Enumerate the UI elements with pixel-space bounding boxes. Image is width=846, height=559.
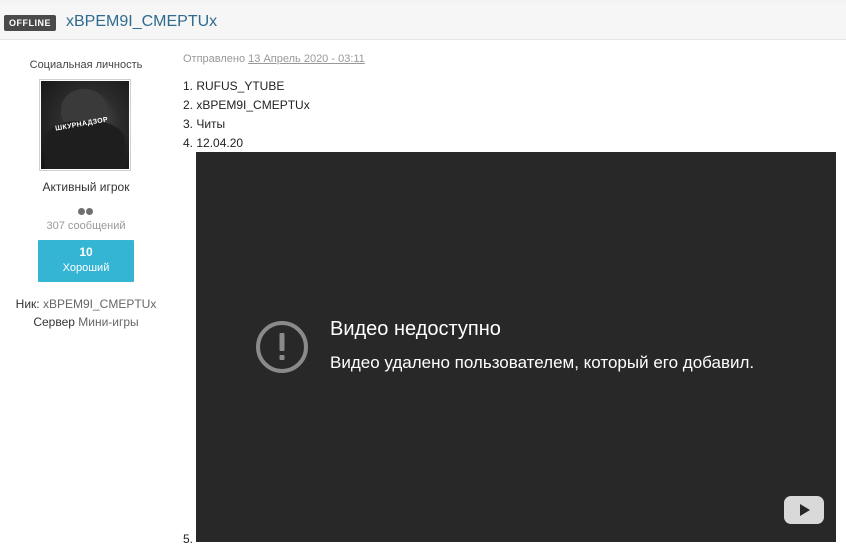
list-item: 3. Читы: [183, 117, 226, 131]
nick-label: Ник:: [15, 297, 40, 311]
list-item: 5.: [183, 532, 194, 546]
video-error-title: Видео недоступно: [330, 318, 501, 340]
list-item: 2. xВРЕМ9I_CMEPTUx: [183, 98, 310, 112]
author-link[interactable]: xВРЕМ9I_CMEPTUx: [66, 13, 217, 31]
posted-info: Отправлено 13 Апрель 2020 - 03:11: [183, 53, 365, 65]
status-badge: OFFLINE: [4, 15, 56, 31]
nick-value: xВРЕМ9I_CMEPTUx: [42, 297, 157, 311]
avatar-image: ШКУРНАДЗОР: [41, 81, 129, 169]
list-item: 1. RUFUS_YTUBE: [183, 79, 285, 93]
video-error-message: Видео удалено пользователем, который его…: [330, 353, 755, 372]
reputation-value: 10: [79, 245, 93, 259]
user-title: Социальная личность: [29, 59, 143, 71]
user-rank: Активный игрок: [42, 180, 130, 194]
nick-field: Ник: xВРЕМ9I_CMEPTUx: [0, 297, 172, 311]
embedded-video-player[interactable]: Видео недоступно Видео удалено пользоват…: [196, 152, 836, 542]
reputation-box: 10 Хороший: [38, 240, 134, 282]
server-value: Мини-игры: [78, 315, 139, 329]
server-label: Сервер: [33, 315, 75, 329]
post-body-list: 1. RUFUS_YTUBE 2. xВРЕМ9I_CMEPTUx 3. Чит…: [183, 79, 310, 155]
rank-pip-icon: [78, 208, 85, 215]
youtube-icon[interactable]: [784, 496, 824, 524]
post-count: 307 сообщений: [46, 220, 126, 232]
rank-pips: [78, 202, 94, 220]
post-header: OFFLINE xВРЕМ9I_CMEPTUx: [0, 4, 846, 40]
reputation-label: Хороший: [62, 262, 110, 274]
posted-date[interactable]: 13 Апрель 2020 - 03:11: [248, 53, 365, 65]
posted-prefix: Отправлено: [183, 53, 246, 65]
warning-icon: [256, 321, 308, 373]
rank-pip-icon: [86, 208, 93, 215]
avatar[interactable]: ШКУРНАДЗОР: [39, 79, 131, 171]
server-field: Сервер Мини-игры: [0, 315, 172, 329]
